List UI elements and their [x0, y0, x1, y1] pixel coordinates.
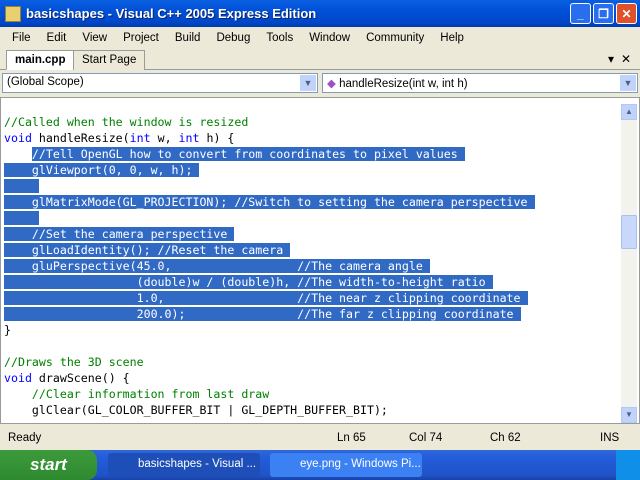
menu-view[interactable]: View: [74, 32, 115, 44]
code-token: glClear(GL_COLOR_BUFFER_BIT | GL_DEPTH_B…: [4, 403, 388, 417]
taskbar-item-label: eye.png - Windows Pi...: [300, 458, 421, 470]
code-token: handleResize(: [31, 131, 130, 145]
scope-value: (Global Scope): [7, 76, 84, 88]
menu-project[interactable]: Project: [115, 32, 167, 44]
status-insert-mode: INS: [600, 432, 620, 444]
selected-text: 200.0); //The far z clipping coordinate: [4, 307, 521, 321]
document-tabs: main.cpp Start Page ▾ ✕: [0, 48, 640, 70]
keyword: void: [4, 371, 32, 385]
comment: //Clear information from last draw: [31, 387, 270, 401]
selected-text: [4, 179, 39, 193]
code-line: 1.0, //The near z clipping coordinate: [4, 290, 535, 306]
comment: //Draws the 3D scene: [4, 355, 144, 369]
chevron-down-icon: ▼: [300, 75, 316, 91]
selected-text: //Set the camera perspective: [4, 227, 235, 241]
menu-file[interactable]: File: [4, 32, 39, 44]
code-line: void handleResize(int w, int h) {: [4, 130, 535, 146]
code-line: (double)w / (double)h, //The width-to-he…: [4, 274, 535, 290]
code-editor[interactable]: //Called when the window is resized void …: [0, 97, 640, 424]
keyword: void: [4, 131, 32, 145]
selected-text: glMatrixMode(GL_PROJECTION); //Switch to…: [4, 195, 535, 209]
start-button[interactable]: start: [0, 450, 97, 480]
menu-build[interactable]: Build: [167, 32, 209, 44]
scroll-up-button[interactable]: ▲: [621, 104, 637, 120]
app-icon: [5, 5, 21, 22]
code-text[interactable]: //Called when the window is resized void …: [4, 114, 535, 418]
menu-window[interactable]: Window: [301, 32, 358, 44]
scope-dropdown[interactable]: (Global Scope) ▼: [2, 73, 318, 93]
code-line: //Tell OpenGL how to convert from coordi…: [4, 146, 535, 162]
keyword: int: [129, 131, 151, 145]
code-line: //Called when the window is resized: [4, 114, 535, 130]
menu-bar: File Edit View Project Build Debug Tools…: [0, 27, 640, 48]
selected-text: glLoadIdentity(); //Reset the camera: [4, 243, 291, 257]
code-line: //Clear information from last draw: [4, 386, 535, 402]
tab-list-dropdown-icon[interactable]: ▾: [608, 52, 614, 66]
tab-main-cpp[interactable]: main.cpp: [6, 50, 75, 70]
chevron-down-icon: ▼: [620, 75, 636, 91]
status-text: Ready: [8, 432, 42, 444]
selected-text: glViewport(0, 0, w, h);: [4, 163, 200, 177]
code-line: }: [4, 322, 535, 338]
taskbar-item-label: basicshapes - Visual ...: [138, 458, 257, 470]
member-dropdown[interactable]: ◆ handleResize(int w, int h) ▼: [322, 73, 638, 93]
status-bar: Ready Ln 65 Col 74 Ch 62 INS: [0, 427, 640, 449]
code-line: [4, 178, 535, 194]
selected-text: //Tell OpenGL how to convert from coordi…: [31, 147, 465, 161]
selected-text: gluPerspective(45.0, //The camera angle: [4, 259, 430, 273]
window-title: basicshapes - Visual C++ 2005 Express Ed…: [26, 6, 317, 21]
code-line: [4, 210, 535, 226]
start-label: start: [30, 455, 67, 474]
code-line: 200.0); //The far z clipping coordinate: [4, 306, 535, 322]
system-tray-expand-button[interactable]: [616, 450, 640, 480]
code-line: //Set the camera perspective: [4, 226, 535, 242]
taskbar-item-picture-viewer[interactable]: eye.png - Windows Pi...: [270, 453, 422, 477]
close-tab-icon[interactable]: ✕: [621, 52, 631, 66]
code-line: glLoadIdentity(); //Reset the camera: [4, 242, 535, 258]
code-line: glClear(GL_COLOR_BUFFER_BIT | GL_DEPTH_B…: [4, 402, 535, 418]
taskbar: start basicshapes - Visual ... eye.png -…: [0, 450, 640, 480]
menu-community[interactable]: Community: [358, 32, 432, 44]
close-button[interactable]: ✕: [616, 3, 637, 24]
status-column: Col 74: [409, 432, 443, 444]
menu-debug[interactable]: Debug: [208, 32, 258, 44]
selected-text: [4, 211, 39, 225]
comment: //Called when the window is resized: [4, 115, 249, 129]
scroll-thumb[interactable]: [621, 215, 637, 249]
selected-text: 1.0, //The near z clipping coordinate: [4, 291, 528, 305]
status-char: Ch 62: [490, 432, 521, 444]
scroll-down-button[interactable]: ▼: [621, 407, 637, 423]
selected-text: (double)w / (double)h, //The width-to-he…: [4, 275, 493, 289]
vertical-scrollbar[interactable]: ▲ ▼: [621, 104, 637, 423]
method-icon: ◆: [327, 78, 336, 90]
title-bar[interactable]: basicshapes - Visual C++ 2005 Express Ed…: [0, 0, 640, 27]
maximize-button[interactable]: ❐: [593, 3, 614, 24]
status-line: Ln 65: [337, 432, 366, 444]
menu-tools[interactable]: Tools: [258, 32, 301, 44]
menu-edit[interactable]: Edit: [39, 32, 75, 44]
minimize-button[interactable]: _: [570, 3, 591, 24]
code-line: //Draws the 3D scene: [4, 354, 535, 370]
code-line: void drawScene() {: [4, 370, 535, 386]
code-line: glViewport(0, 0, w, h);: [4, 162, 535, 178]
code-token: }: [4, 323, 11, 337]
code-token: w,: [150, 131, 179, 145]
member-value: handleResize(int w, int h): [339, 78, 468, 90]
code-line: glMatrixMode(GL_PROJECTION); //Switch to…: [4, 194, 535, 210]
code-token: drawScene() {: [31, 371, 130, 385]
menu-help[interactable]: Help: [432, 32, 472, 44]
code-token: h) {: [199, 131, 235, 145]
tab-start-page[interactable]: Start Page: [73, 50, 146, 70]
taskbar-item-visual-cpp[interactable]: basicshapes - Visual ...: [108, 453, 260, 477]
keyword: int: [178, 131, 200, 145]
code-line: gluPerspective(45.0, //The camera angle: [4, 258, 535, 274]
